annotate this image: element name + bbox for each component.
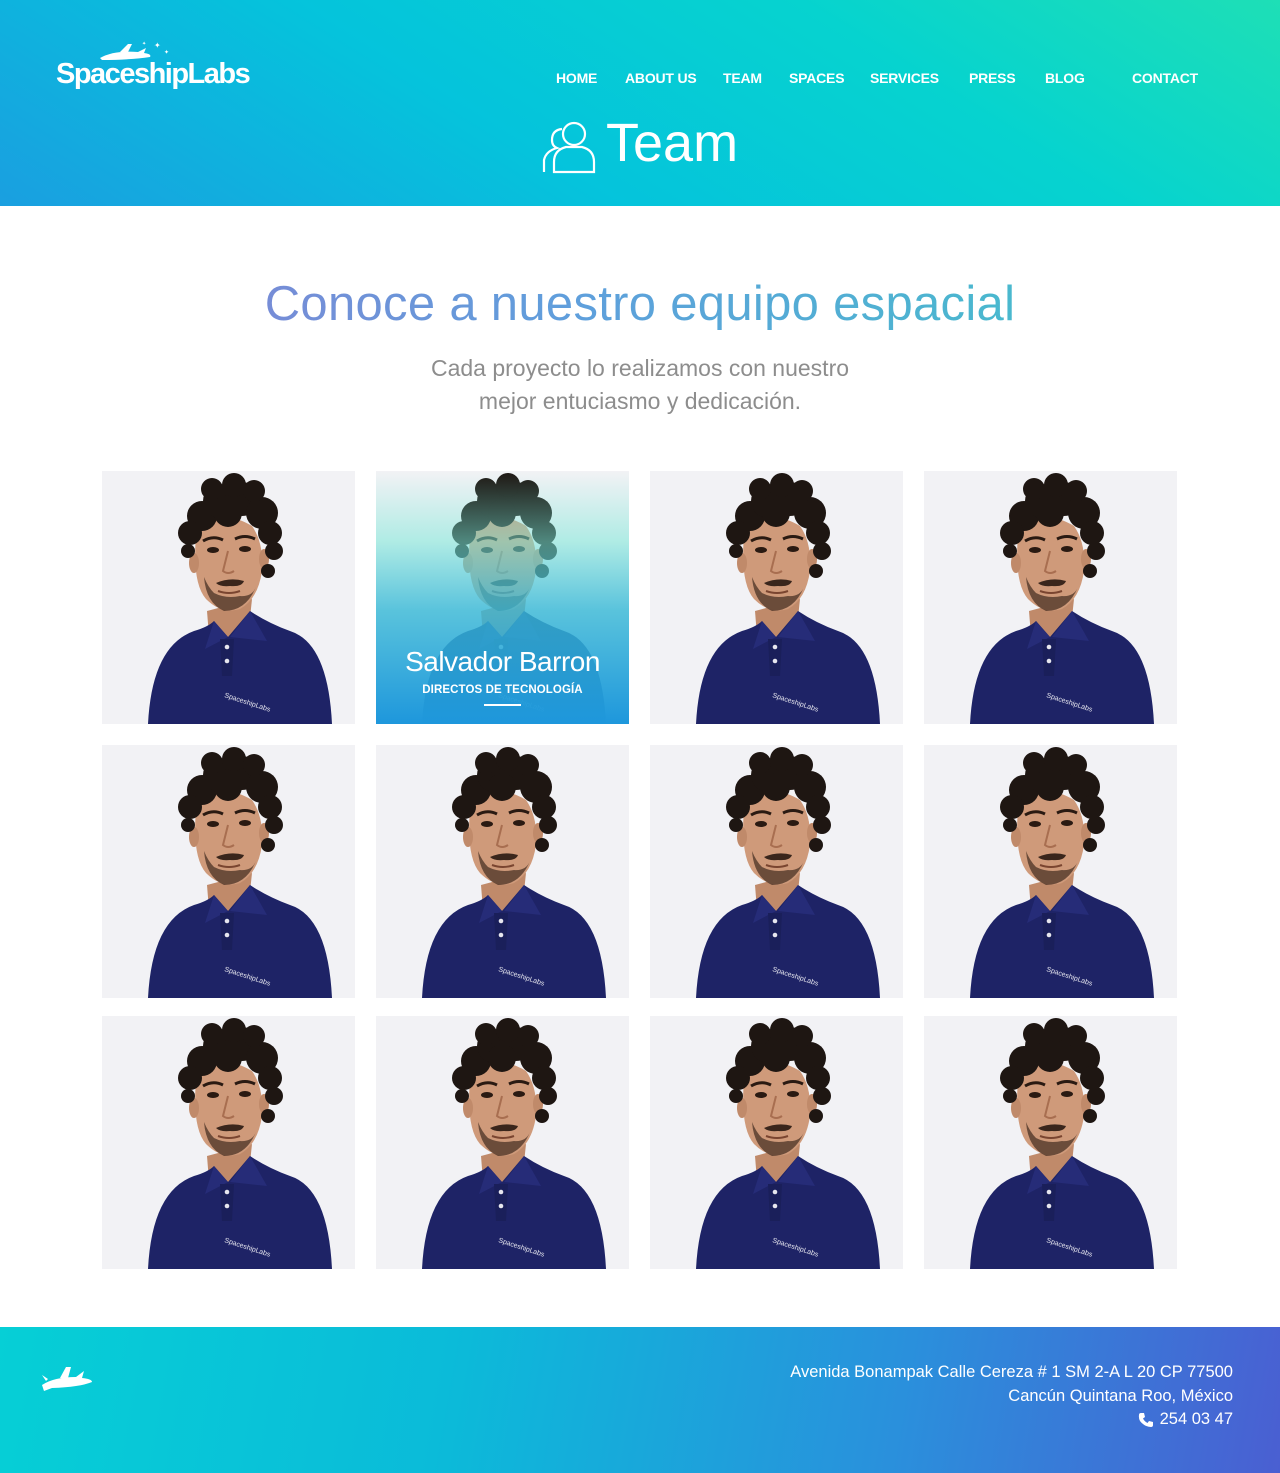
member-photo bbox=[102, 745, 355, 998]
address-line-2: Cancún Quintana Roo, México bbox=[1008, 1386, 1233, 1405]
team-member-card[interactable] bbox=[376, 745, 629, 998]
member-photo bbox=[650, 1016, 903, 1269]
nav-item-contact[interactable]: CONTACT bbox=[1132, 70, 1198, 86]
team-member-card[interactable] bbox=[924, 1016, 1177, 1269]
team-member-card[interactable] bbox=[102, 745, 355, 998]
nav-item-services[interactable]: SERVICES bbox=[870, 70, 939, 86]
nav-item-about-us[interactable]: ABOUT US bbox=[625, 70, 697, 86]
nav-item-blog[interactable]: BLOG bbox=[1045, 70, 1085, 86]
member-photo bbox=[924, 745, 1177, 998]
team-member-card[interactable] bbox=[650, 745, 903, 998]
member-name: Salvador Barron bbox=[405, 646, 600, 677]
header: ✦ ✦ ✦ SpaceshipLabs HOME ABOUT US TEAM S… bbox=[0, 0, 1280, 206]
team-member-card[interactable] bbox=[102, 471, 355, 724]
spaceship-icon[interactable] bbox=[40, 1363, 94, 1393]
member-photo bbox=[102, 471, 355, 724]
team-member-card-featured[interactable]: Salvador Barron DIRECTOS DE TECNOLOGÍA bbox=[376, 471, 629, 724]
member-photo bbox=[376, 1016, 629, 1269]
member-photo bbox=[650, 745, 903, 998]
member-photo bbox=[924, 471, 1177, 724]
member-photo bbox=[924, 1016, 1177, 1269]
nav-item-press[interactable]: PRESS bbox=[969, 70, 1016, 86]
nav-item-home[interactable]: HOME bbox=[556, 70, 597, 86]
card-divider bbox=[484, 704, 521, 706]
team-member-card[interactable] bbox=[650, 1016, 903, 1269]
team-member-card[interactable] bbox=[650, 471, 903, 724]
nav-item-team[interactable]: TEAM bbox=[723, 70, 762, 86]
team-member-card[interactable] bbox=[924, 471, 1177, 724]
member-photo bbox=[650, 471, 903, 724]
phone-icon bbox=[1138, 1412, 1153, 1427]
footer-address: Avenida Bonampak Calle Cereza # 1 SM 2-A… bbox=[790, 1361, 1233, 1435]
subtitle-line-2: mejor entuciasmo y dedicación. bbox=[478, 388, 802, 414]
people-icon bbox=[542, 121, 596, 174]
member-photo bbox=[102, 1016, 355, 1269]
subtitle-line-1: Cada proyecto lo realizamos con nuestro bbox=[430, 355, 850, 381]
main-nav: HOME ABOUT US TEAM SPACES SERVICES PRESS… bbox=[0, 70, 1280, 90]
address-line-1: Avenida Bonampak Calle Cereza # 1 SM 2-A… bbox=[790, 1363, 1233, 1381]
page-title: Team bbox=[606, 113, 739, 173]
team-member-card[interactable] bbox=[102, 1016, 355, 1269]
nav-item-spaces[interactable]: SPACES bbox=[789, 70, 845, 86]
svg-text:✦: ✦ bbox=[164, 49, 169, 56]
member-role: DIRECTOS DE TECNOLOGÍA bbox=[422, 684, 583, 696]
team-grid: Salvador Barron DIRECTOS DE TECNOLOGÍA bbox=[102, 471, 1178, 1271]
footer: Avenida Bonampak Calle Cereza # 1 SM 2-A… bbox=[0, 1327, 1280, 1473]
section-heading: Conoce a nuestro equipo espacial bbox=[0, 276, 1280, 332]
team-member-card[interactable] bbox=[376, 1016, 629, 1269]
team-member-card[interactable] bbox=[924, 745, 1177, 998]
svg-text:✦: ✦ bbox=[154, 41, 161, 50]
svg-text:✦: ✦ bbox=[142, 41, 146, 47]
phone-row[interactable]: 254 03 47 bbox=[1138, 1408, 1233, 1432]
phone-number: 254 03 47 bbox=[1159, 1410, 1233, 1428]
member-photo bbox=[376, 745, 629, 998]
section-subtitle: Cada proyecto lo realizamos con nuestro … bbox=[390, 352, 890, 418]
